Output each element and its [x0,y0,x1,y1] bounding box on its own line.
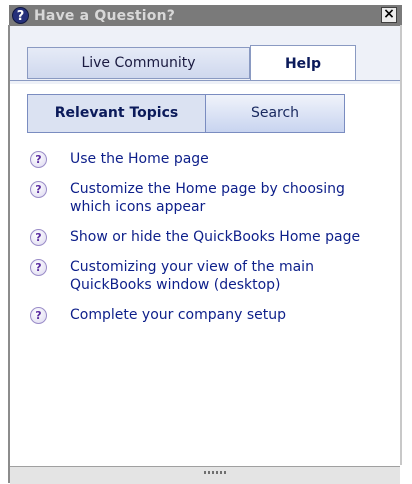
question-circle-icon: ? [30,229,47,246]
topic-link[interactable]: Customize the Home page by choosing whic… [70,180,370,216]
topic-link[interactable]: Customizing your view of the main QuickB… [70,258,370,294]
topic-item[interactable]: ? Customize the Home page by choosing wh… [30,180,395,216]
title-bar[interactable]: ? Have a Question? × [9,5,402,26]
topic-link[interactable]: Use the Home page [70,150,370,168]
resize-bar[interactable] [10,466,400,484]
question-circle-icon: ? [30,151,47,168]
topic-item[interactable]: ? Use the Home page [30,150,395,168]
subtab-search[interactable]: Search [206,95,344,132]
tab-strip: Live Community Help [10,26,400,84]
subtab-relevant-topics[interactable]: Relevant Topics [28,95,206,132]
subtab-group: Relevant Topics Search [27,94,345,133]
question-circle-icon: ? [30,259,47,276]
window-border-right [400,25,402,465]
topic-list: ? Use the Home page ? Customize the Home… [30,150,395,336]
topic-item[interactable]: ? Show or hide the QuickBooks Home page [30,228,395,246]
grip-handle-icon[interactable] [204,471,226,474]
question-icon: ? [12,7,29,24]
window-title: Have a Question? [34,8,176,24]
close-icon: × [383,6,395,22]
tab-divider [10,80,400,81]
close-button[interactable]: × [381,7,397,23]
topic-link[interactable]: Show or hide the QuickBooks Home page [70,228,370,246]
topic-link[interactable]: Complete your company setup [70,306,370,324]
tab-live-community[interactable]: Live Community [27,47,250,79]
window-border-left [8,25,10,483]
question-circle-icon: ? [30,181,47,198]
have-a-question-window: ? Have a Question? × Live Community Help… [0,0,412,484]
tab-help[interactable]: Help [250,45,356,81]
question-circle-icon: ? [30,307,47,324]
topic-item[interactable]: ? Complete your company setup [30,306,395,324]
topic-item[interactable]: ? Customizing your view of the main Quic… [30,258,395,294]
